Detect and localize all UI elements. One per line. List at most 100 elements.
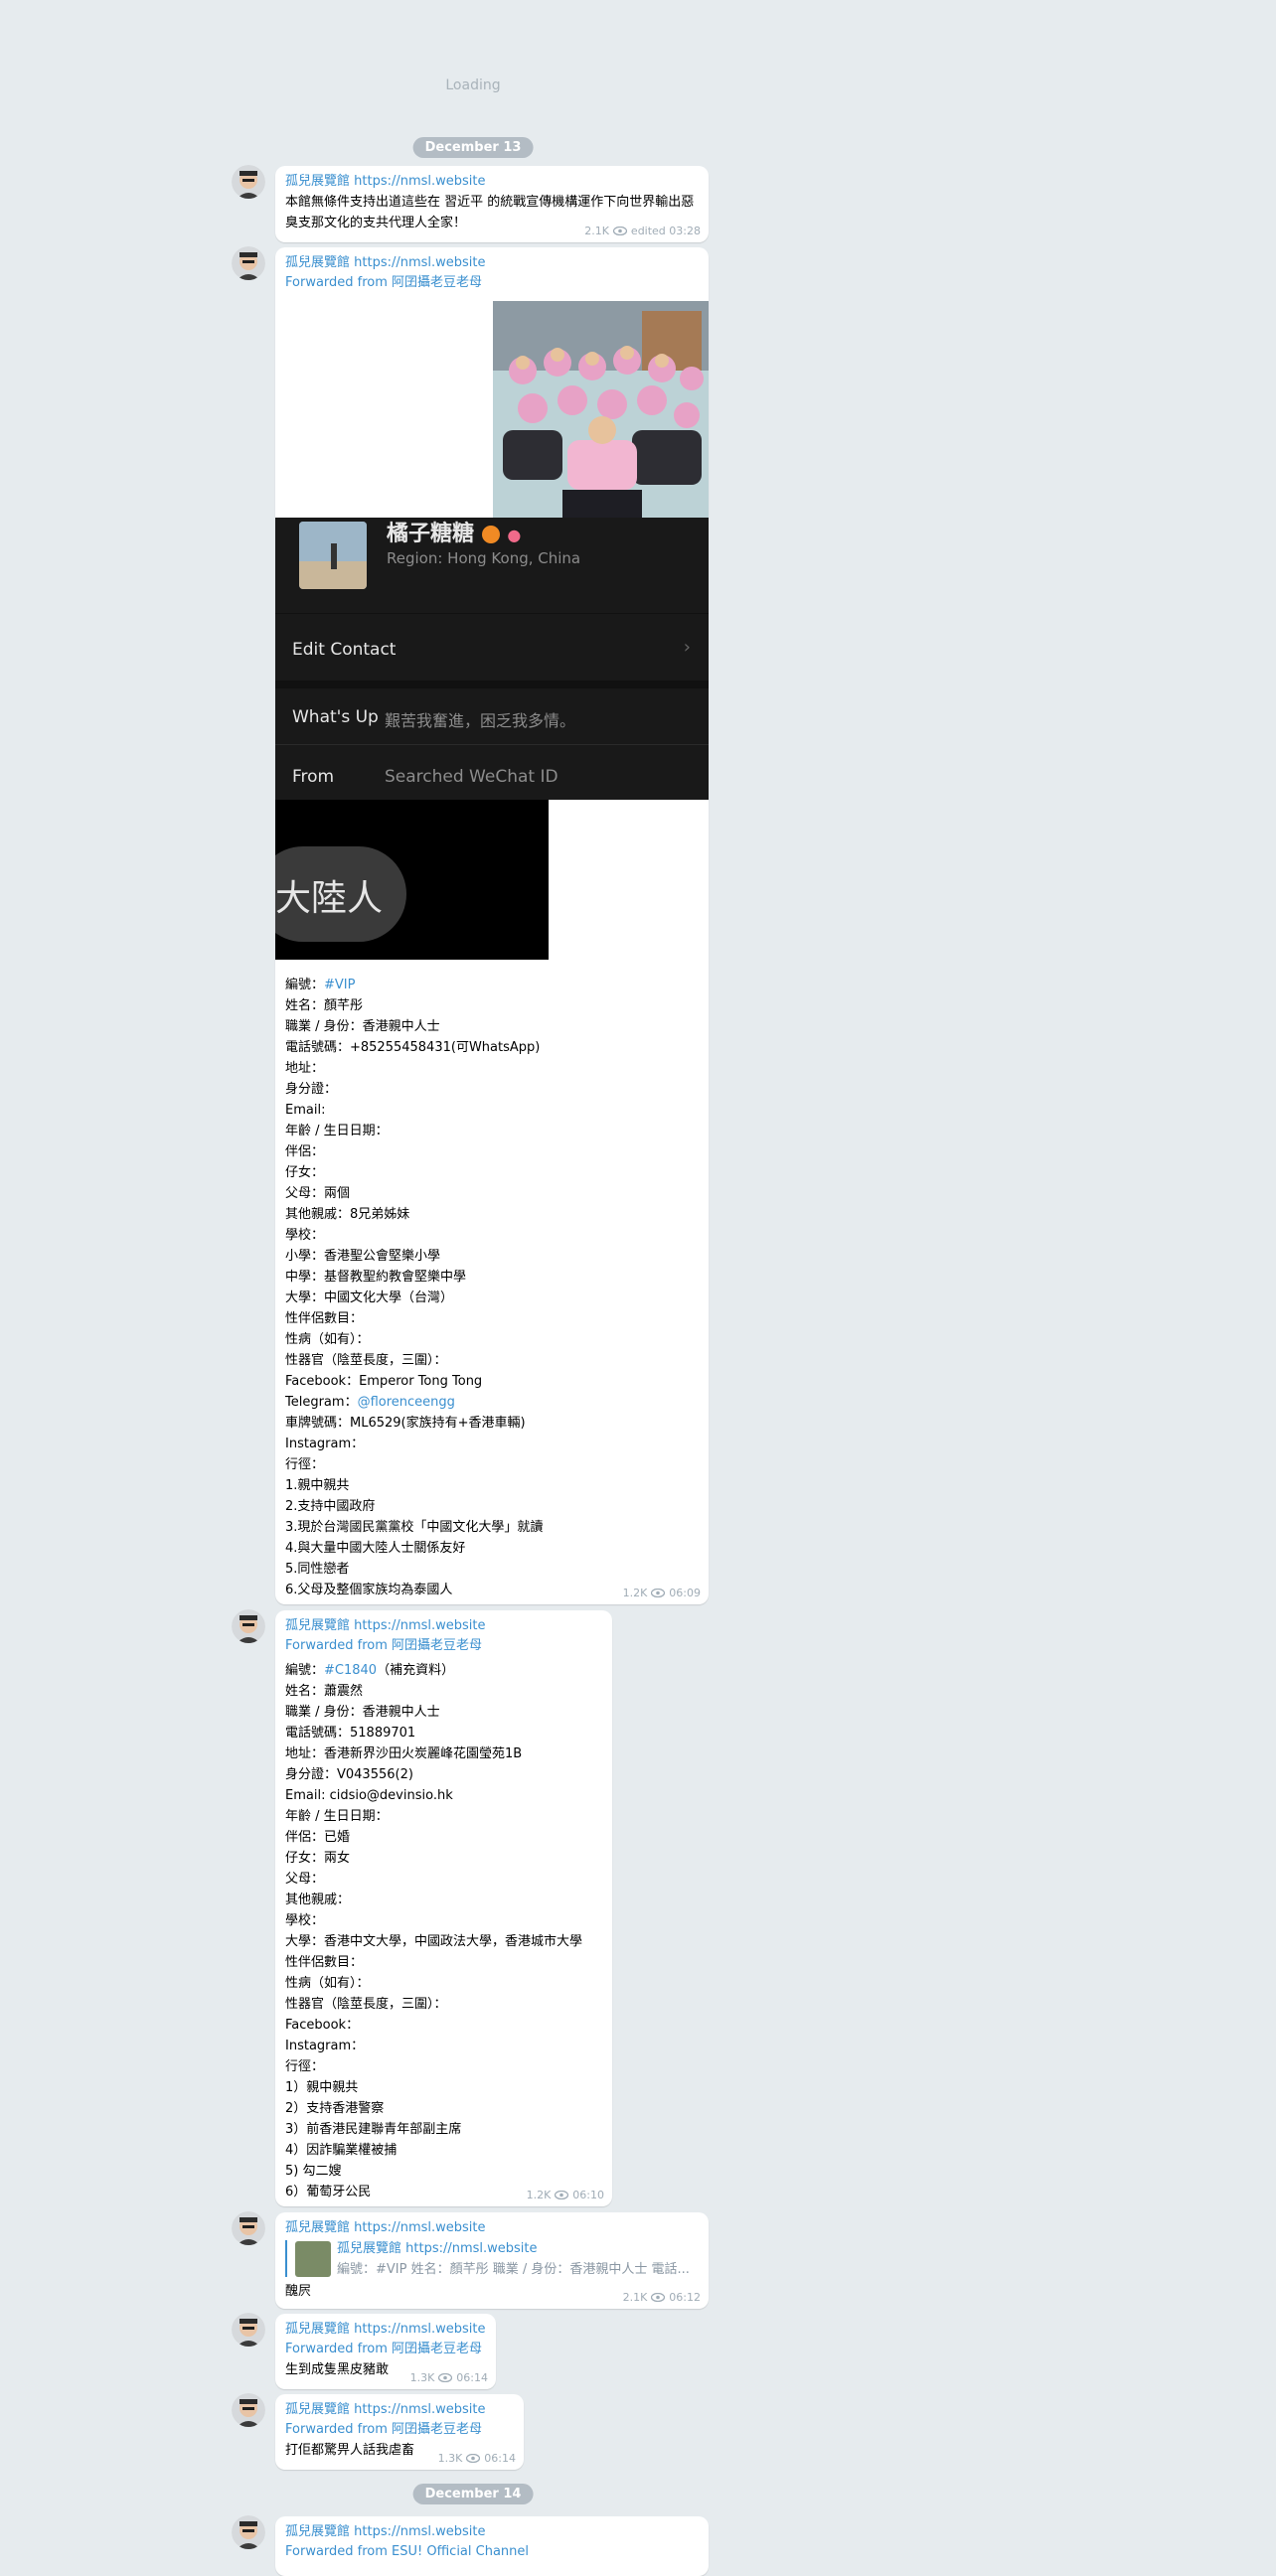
view-count: 1.3K — [437, 2452, 463, 2465]
sender-avatar[interactable] — [232, 2313, 265, 2347]
message-line: 年齡 / 生日日期： — [285, 1806, 602, 1827]
line-text: 5.同性戀者 — [285, 1562, 350, 1577]
forwarded-from[interactable]: Forwarded from ESU! Official Channel — [285, 2542, 699, 2562]
line-text: 編號： — [285, 978, 325, 992]
message-line: 3）前香港民建聯青年部副主席 — [285, 2119, 602, 2140]
line-text: 性器官（陰莖長度，三圍）： — [285, 1353, 447, 1368]
reply-sender: 孤兒展覽館 https://nmsl.website — [337, 2241, 538, 2256]
message-bubble[interactable]: 孤兒展覽館 https://nmsl.website 本館無條件支持出道這些在 … — [275, 166, 709, 242]
line-text: 其他親戚：8兄弟姊妹 — [285, 1207, 410, 1222]
line-text: Instagram： — [285, 1437, 365, 1451]
message-line: 4.與大量中國大陸人士關係友好 — [285, 1538, 703, 1559]
message-line: 伴侶：已婚 — [285, 1827, 602, 1848]
forwarded-from[interactable]: Forwarded from 阿囝攝老豆老母 — [285, 1636, 602, 1656]
line-text: Email: — [285, 1103, 326, 1118]
sender-name[interactable]: 孤兒展覽館 https://nmsl.website — [285, 1616, 602, 1636]
message-bubble[interactable]: 孤兒展覽館 https://nmsl.website Forwarded fro… — [275, 2516, 709, 2576]
message-line: 地址： — [285, 1058, 703, 1079]
group-photo[interactable] — [493, 301, 709, 518]
tag-screenshot[interactable]: 大陸人 — [275, 800, 549, 960]
message-text: 編號：#VIP 姓名：顏芊彤 職業 / 身份：香港親中人士 電話號碼：+8525545… — [285, 975, 703, 1600]
forwarded-from[interactable]: Forwarded from 阿囝攝老豆老母 — [285, 2340, 486, 2359]
sender-avatar[interactable] — [232, 246, 265, 280]
message-line: 電話號碼：51889701 — [285, 1723, 602, 1743]
line-text: 4）因詐騙業權被捕 — [285, 2143, 398, 2158]
line-text: 性伴侶數目： — [285, 1311, 364, 1326]
message-line: 車牌號碼：ML6529(家族持有+香港車輛) — [285, 1413, 703, 1434]
sender-name[interactable]: 孤兒展覽館 https://nmsl.website — [285, 2218, 699, 2238]
forwarded-from[interactable]: Forwarded from 阿囝攝老豆老母 — [285, 2420, 514, 2440]
message-line: 編號：#VIP — [285, 975, 703, 995]
line-text: 學校： — [285, 1228, 325, 1243]
line-text: 伴侶： — [285, 1144, 325, 1159]
message-bubble[interactable]: 孤兒展覽館 https://nmsl.website Forwarded fro… — [275, 247, 709, 1604]
view-count: 1.3K — [409, 2371, 435, 2384]
line-text: 3.現於台灣國民黨黨校「中國文化大學」就讀 — [285, 1520, 544, 1535]
message-bubble[interactable]: 孤兒展覽館 https://nmsl.website 孤兒展覽館 https:/… — [275, 2212, 709, 2309]
message-line: 姓名：蕭震然 — [285, 1681, 602, 1702]
message-meta: 2.1K edited 03:28 — [584, 225, 701, 237]
line-text: 仔女： — [285, 1165, 325, 1180]
message-line: 編號：#C1840（補充資料） — [285, 1660, 602, 1681]
wechat-name: 橘子糖糖 ● — [387, 522, 522, 546]
forwarded-from[interactable]: Forwarded from 阿囝攝老豆老母 — [285, 273, 699, 293]
line-text: 電話號碼：+85255458431(可WhatsApp) — [285, 1040, 541, 1055]
sender-name[interactable]: 孤兒展覽館 https://nmsl.website — [285, 253, 699, 273]
line-text: 行徑： — [285, 1457, 325, 1472]
line-text: 1.親中親共 — [285, 1478, 350, 1493]
line-link[interactable]: @florenceengg — [358, 1395, 455, 1410]
message-line: 5.同性戀者 — [285, 1559, 703, 1580]
message-bubble[interactable]: 孤兒展覽館 https://nmsl.website Forwarded fro… — [275, 1610, 612, 2206]
group-photo-image — [493, 301, 709, 518]
line-link[interactable]: #VIP — [324, 978, 355, 992]
message-line: 性病（如有）： — [285, 1329, 703, 1350]
message-line: 學校： — [285, 1910, 602, 1931]
line-text: 姓名：顏芊彤 — [285, 998, 364, 1013]
message-line: 4）因詐騙業權被捕 — [285, 2140, 602, 2161]
sender-avatar[interactable] — [232, 2393, 265, 2427]
sender-name[interactable]: 孤兒展覽館 https://nmsl.website — [285, 2320, 486, 2340]
message-line: 小學：香港聖公會堅樂小學 — [285, 1246, 703, 1267]
wechat-from-value: Searched WeChat ID — [385, 767, 558, 787]
sender-avatar[interactable] — [232, 2515, 265, 2549]
gender-icon: ● — [507, 526, 522, 544]
message-bubble[interactable]: 孤兒展覽館 https://nmsl.website Forwarded fro… — [275, 2394, 524, 2470]
message-line: 性伴侶數目： — [285, 1308, 703, 1329]
orange-icon — [481, 526, 500, 543]
message-line: Instagram： — [285, 1434, 703, 1454]
wechat-whats-up-label: What's Up — [292, 707, 379, 727]
wechat-avatar — [299, 522, 367, 589]
line-link[interactable]: #C1840 — [324, 1663, 377, 1678]
message-line: 行徑： — [285, 2056, 602, 2077]
eye-icon — [438, 2373, 453, 2382]
line-text: 車牌號碼：ML6529(家族持有+香港車輛) — [285, 1416, 526, 1431]
message-line: 其他親戚： — [285, 1890, 602, 1910]
message-line: 職業 / 身份：香港親中人士 — [285, 1702, 602, 1723]
message-line: Email: — [285, 1100, 703, 1121]
line-text: 3）前香港民建聯青年部副主席 — [285, 2122, 462, 2137]
line-text: 職業 / 身份：香港親中人士 — [285, 1705, 440, 1720]
sender-avatar[interactable] — [232, 1609, 265, 1643]
message-bubble[interactable]: 孤兒展覽館 https://nmsl.website Forwarded fro… — [275, 2314, 496, 2389]
sender-name[interactable]: 孤兒展覽館 https://nmsl.website — [285, 172, 699, 192]
eye-icon — [651, 1589, 666, 1597]
message-time: 06:10 — [572, 2189, 604, 2201]
message-line: 5) 勾二嫂 — [285, 2161, 602, 2182]
message-line: 電話號碼：+85255458431(可WhatsApp) — [285, 1037, 703, 1058]
sender-name[interactable]: 孤兒展覽館 https://nmsl.website — [285, 2400, 514, 2420]
wechat-screenshot[interactable]: 橘子糖糖 ● Region: Hong Kong, China Edit Con… — [275, 518, 709, 800]
eye-icon — [612, 227, 627, 235]
reply-preview[interactable]: 孤兒展覽館 https://nmsl.website 編號：#VIP 姓名：顏芊… — [285, 2240, 699, 2277]
message-line: 大學：中國文化大學（台灣） — [285, 1288, 703, 1308]
sender-avatar[interactable] — [232, 2211, 265, 2245]
message-line: 2.支持中國政府 — [285, 1496, 703, 1517]
line-text: Telegram： — [285, 1395, 358, 1410]
tag-text: 大陸人 — [275, 878, 384, 919]
wechat-whats-up-value: 艱苦我奮進，困乏我多情。 — [385, 711, 576, 730]
message-line: 伴侶： — [285, 1141, 703, 1162]
line-text: 性病（如有）： — [285, 1976, 370, 1991]
sender-avatar[interactable] — [232, 165, 265, 199]
line-text: Facebook：Emperor Tong Tong — [285, 1374, 483, 1389]
sender-name[interactable]: 孤兒展覽館 https://nmsl.website — [285, 2522, 699, 2542]
message-line: 性伴侶數目： — [285, 1952, 602, 1973]
